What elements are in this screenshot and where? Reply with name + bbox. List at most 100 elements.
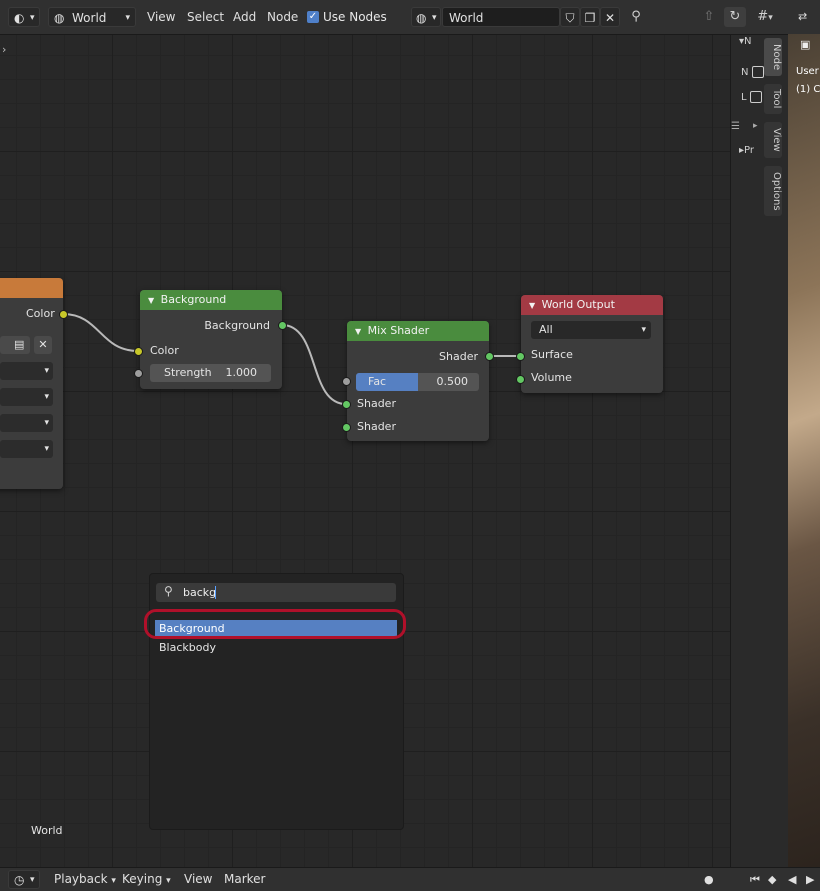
node-icon [749,91,762,103]
menu-view[interactable]: View [147,7,175,27]
pin-button[interactable]: ⚲ [625,7,647,27]
close-button[interactable]: ✕ [34,336,52,354]
world-icon: ◍ [54,11,65,25]
grid-snap-icon: # [757,9,769,24]
partial-node-icons[interactable]: ▤ [0,336,30,354]
sidebar-item-name[interactable]: N [741,66,764,78]
jump-keyframe-back-button[interactable]: ◆ [768,870,776,889]
mix-shader-header[interactable]: ▼ Mix Shader [347,321,489,341]
chevron-down-icon: ▾ [166,876,171,886]
search-input[interactable]: ⚲ backg [156,583,396,602]
tab-options[interactable]: Options [764,166,782,216]
parent-node-tree-button[interactable]: ⇧ [698,7,720,27]
drag-handle-icon[interactable]: ☰ [731,121,740,132]
unlink-button[interactable]: ✕ [600,7,620,27]
strength-input-socket[interactable] [134,369,143,378]
collapse-triangle-icon[interactable]: ▼ [529,301,535,310]
node-editor-header: ◐ ▾ ◍ World ▾ View Select Add Node ✓ Use… [0,0,788,35]
strength-value: 1.000 [225,366,258,379]
search-result-blackbody[interactable]: Blackbody [155,639,397,657]
background-output-label: Background [204,319,270,332]
target-value: All [539,323,553,336]
viewport-mode-icon[interactable]: ⇄ [798,10,807,23]
menu-select[interactable]: Select [187,7,224,27]
target-dropdown[interactable]: All ▾ [531,321,651,339]
checkbox[interactable]: ✓ [307,11,319,23]
surface-input-socket[interactable] [516,352,525,361]
fac-slider-fill [356,373,418,391]
partial-dropdown-1[interactable]: ▾ [0,362,53,380]
background-node[interactable]: ▼ Background Background Color Strength 1… [140,290,282,389]
mix-shader-output-socket[interactable] [485,352,494,361]
strength-label: Strength [164,366,212,379]
shield-icon: ⛉ [565,11,575,25]
search-icon: ⚲ [164,584,173,598]
collapse-triangle-icon[interactable]: ▼ [148,296,154,305]
expand-arrow-icon[interactable]: ▸ [753,121,758,131]
background-color-input-socket[interactable] [134,347,143,356]
background-node-header[interactable]: ▼ Background [140,290,282,310]
menu-add[interactable]: Add [233,7,256,27]
menu-playback[interactable]: Playback ▾ [54,870,116,889]
menu-keying[interactable]: Keying ▾ [122,870,171,889]
menu-view[interactable]: View [184,870,212,889]
sidebar-panel: ▾N N L ☰ ▸ ▸Pr [730,35,789,867]
tab-node[interactable]: Node [764,38,782,76]
world-browse-button[interactable]: ◍ ▾ [411,7,441,27]
menu-node[interactable]: Node [267,7,298,27]
partial-dropdown-2[interactable]: ▾ [0,388,53,406]
background-output-socket[interactable] [278,321,287,330]
highlight-annotation [144,609,406,639]
chevron-down-icon: ▾ [44,366,49,376]
partial-color-output-socket[interactable] [59,310,68,319]
node-search-popup[interactable]: ⚲ backg Background Blackbody [144,573,406,830]
chevron-down-icon: ▾ [44,444,49,454]
mix-shader-node[interactable]: ▼ Mix Shader Shader Fac 0.500 Shader Sha… [347,321,489,441]
partial-node[interactable]: Color ▤ ✕ ▾ ▾ ▾ ▾ [0,278,63,489]
background-node-title: Background [160,293,227,306]
record-button[interactable]: ● [704,870,714,889]
chevron-down-icon: ▾ [641,325,646,335]
world-name-field[interactable]: World [442,7,560,27]
background-color-input-label: Color [150,344,179,357]
snap-settings[interactable]: #▾ [748,7,782,27]
tab-view[interactable]: View [764,122,782,158]
duplicate-button[interactable]: ❐ [580,7,600,27]
shader-input2-socket[interactable] [342,423,351,432]
play-button[interactable]: ▶ [806,870,814,889]
partial-dropdown-3[interactable]: ▾ [0,414,53,432]
shader-input1-socket[interactable] [342,400,351,409]
chevron-down-icon: ▾ [768,13,773,23]
fake-user-button[interactable]: ⛉ [560,7,580,27]
strength-field[interactable]: Strength 1.000 [150,364,271,382]
snap-toggle[interactable]: ↻ [724,7,746,27]
editor-type-selector[interactable]: ◷ ▾ [8,870,40,889]
view-toggle-icon[interactable]: ▣ [800,38,810,51]
jump-start-button[interactable]: ⏮ [750,870,760,889]
viewport-label-user: User [796,66,819,77]
volume-input-socket[interactable] [516,375,525,384]
3d-viewport[interactable]: ⇄ ▣ User (1) C [788,0,820,890]
chevron-down-icon: ▾ [44,418,49,428]
partial-dropdown-4[interactable]: ▾ [0,440,53,458]
play-reverse-button[interactable]: ◀ [788,870,796,889]
clock-icon: ◷ [14,873,25,887]
tab-tool[interactable]: Tool [764,84,782,114]
mix-shader-output-label: Shader [439,350,478,363]
collapse-triangle-icon[interactable]: ▼ [355,327,361,336]
text-cursor [215,586,216,599]
editor-type-selector[interactable]: ◐ ▾ [8,7,40,27]
shader-type-label: World [72,11,107,25]
sidebar-item-node[interactable]: ▾N [739,36,752,47]
sidebar-item-label[interactable]: L [741,91,762,103]
menu-marker[interactable]: Marker [224,870,265,889]
world-output-title: World Output [541,298,615,311]
fac-input-socket[interactable] [342,377,351,386]
world-output-header[interactable]: ▼ World Output [521,295,663,315]
world-output-node[interactable]: ▼ World Output All ▾ Surface Volume [521,295,663,393]
shader-type-dropdown[interactable]: ◍ World ▾ [48,7,136,27]
node-icon [751,66,764,78]
chevron-down-icon: ▾ [30,13,35,23]
sidebar-item-properties[interactable]: ▸Pr [739,145,754,156]
fac-slider[interactable]: Fac 0.500 [356,373,479,391]
